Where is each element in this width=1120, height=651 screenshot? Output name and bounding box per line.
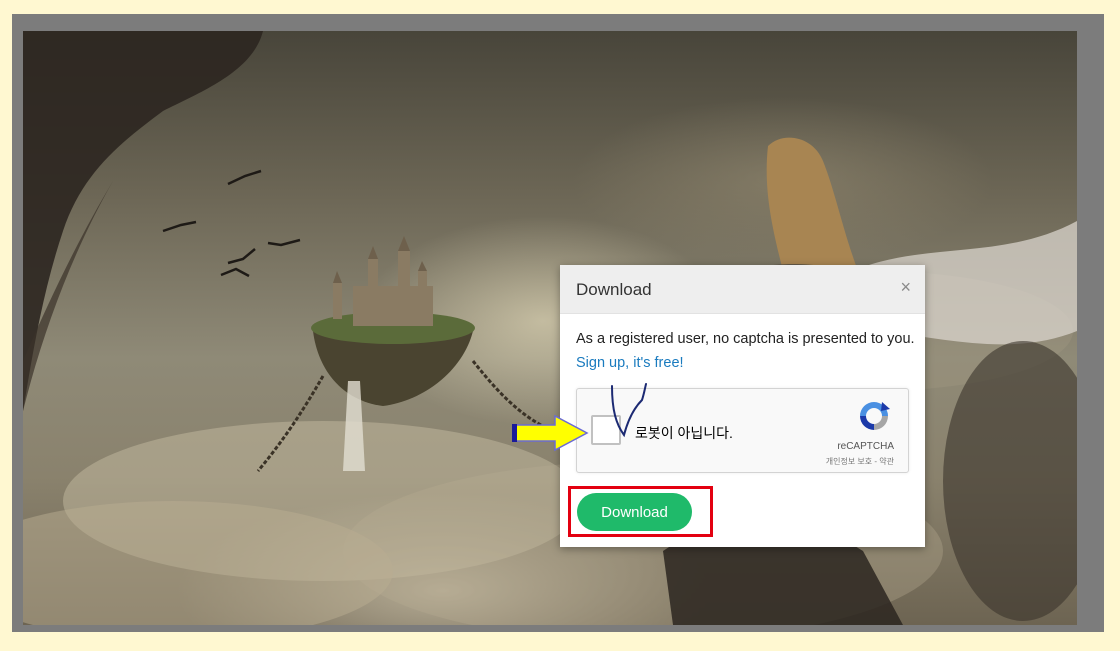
yellow-arrow-icon [512,414,589,452]
close-icon[interactable]: × [900,278,911,296]
signup-link[interactable]: Sign up, it's free! [576,355,684,371]
hand-drawn-check-annotation [611,383,647,438]
modal-header: Download × [560,265,925,314]
recaptcha-links: 개인정보 보호 - 약관 [826,456,894,467]
captcha-message-text: As a registered user, no captcha is pres… [576,331,915,347]
modal-title: Download [576,280,652,299]
privacy-link[interactable]: 개인정보 보호 [826,457,872,466]
recaptcha-logo-icon [860,402,890,430]
modal-body: As a registered user, no captcha is pres… [576,327,916,375]
terms-link[interactable]: 약관 [879,457,894,466]
recaptcha-brand: reCAPTCHA [837,441,894,452]
captcha-message: As a registered user, no captcha is pres… [576,327,916,375]
links-separator: - [874,457,878,466]
download-button-highlight [568,486,713,537]
